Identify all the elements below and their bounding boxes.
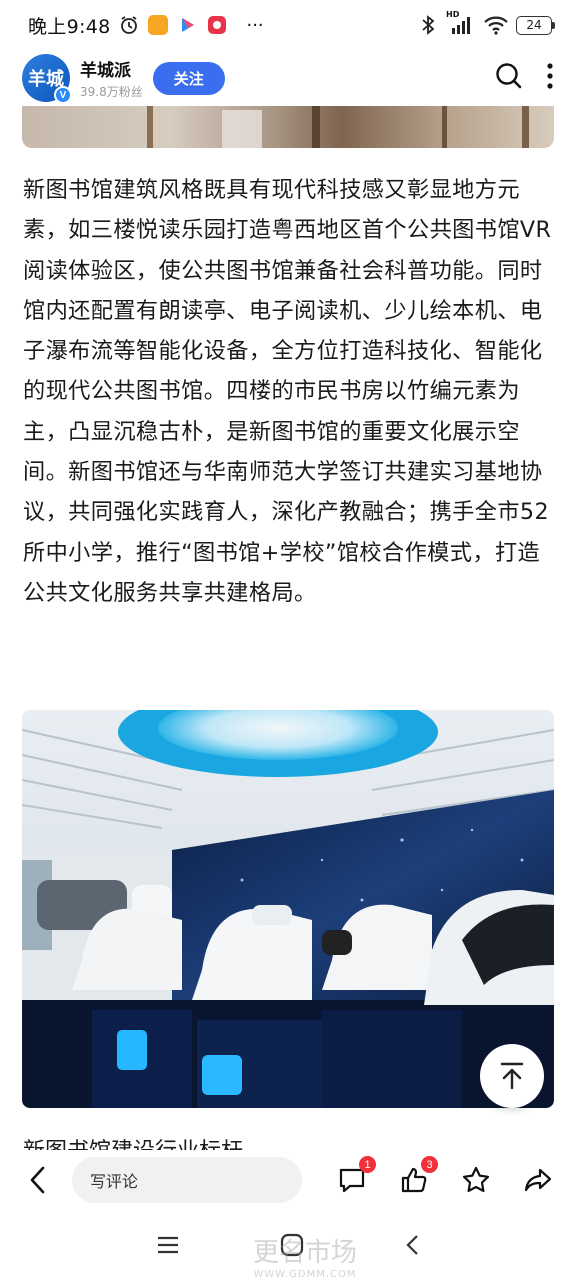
search-icon[interactable] (494, 61, 524, 95)
notes-app-icon (148, 15, 169, 35)
article-paragraph: 新图书馆建筑风格既具有现代科技感又彰显地方元素，如三楼悦读乐园打造粤西地区首个公… (23, 177, 552, 606)
bottom-action-bar: 写评论 1 3 (0, 1150, 576, 1210)
wifi-icon (483, 14, 509, 36)
network-type: HD (446, 10, 460, 19)
record-app-icon (206, 14, 228, 36)
watermark-text: 更名市场 (252, 1238, 357, 1268)
watermark: 更名市场 WWW.GDMM.COM (210, 1232, 400, 1280)
fans-count: 39.8万粉丝 (80, 85, 143, 99)
back-triangle-icon[interactable] (404, 1233, 420, 1261)
comment-badge: 1 (359, 1156, 376, 1173)
star-icon (462, 1166, 490, 1192)
verified-icon: V (54, 86, 72, 104)
watermark-url: WWW.GDMM.COM (253, 1269, 357, 1280)
signal-icon: HD (446, 10, 476, 36)
status-time: 晚上9:48 (28, 15, 111, 38)
next-paragraph: 新图书馆建设行业标杆... (23, 1132, 557, 1150)
back-to-top-button[interactable] (480, 1044, 544, 1108)
favorite-button[interactable] (458, 1162, 494, 1198)
alarm-icon (118, 14, 140, 36)
article-header: 羊城 V 羊城派 39.8万粉丝 关注 (0, 50, 576, 106)
menu-icon[interactable] (156, 1234, 180, 1260)
vr-area-photo[interactable] (22, 710, 554, 1108)
status-more: ··· (246, 14, 264, 36)
bluetooth-icon (417, 14, 439, 36)
comment-input[interactable]: 写评论 (72, 1157, 302, 1203)
video-app-icon (176, 14, 198, 36)
status-bar: 晚上9:48 ··· HD 24 (0, 0, 576, 50)
account-info[interactable]: 羊城派 39.8万粉丝 (80, 56, 143, 100)
arrow-up-icon (500, 1062, 524, 1090)
share-icon (524, 1168, 552, 1192)
follow-button[interactable]: 关注 (152, 61, 225, 95)
like-button[interactable]: 3 (396, 1156, 438, 1198)
battery-indicator: 24 (516, 15, 555, 35)
comment-button[interactable]: 1 (334, 1156, 376, 1198)
previous-photo[interactable] (22, 100, 554, 148)
share-button[interactable] (520, 1162, 556, 1198)
account-name: 羊城派 (80, 61, 131, 81)
avatar[interactable]: 羊城 V (22, 54, 72, 104)
back-icon[interactable] (20, 1162, 56, 1198)
more-vertical-icon[interactable] (546, 61, 554, 95)
like-badge: 3 (421, 1156, 438, 1173)
